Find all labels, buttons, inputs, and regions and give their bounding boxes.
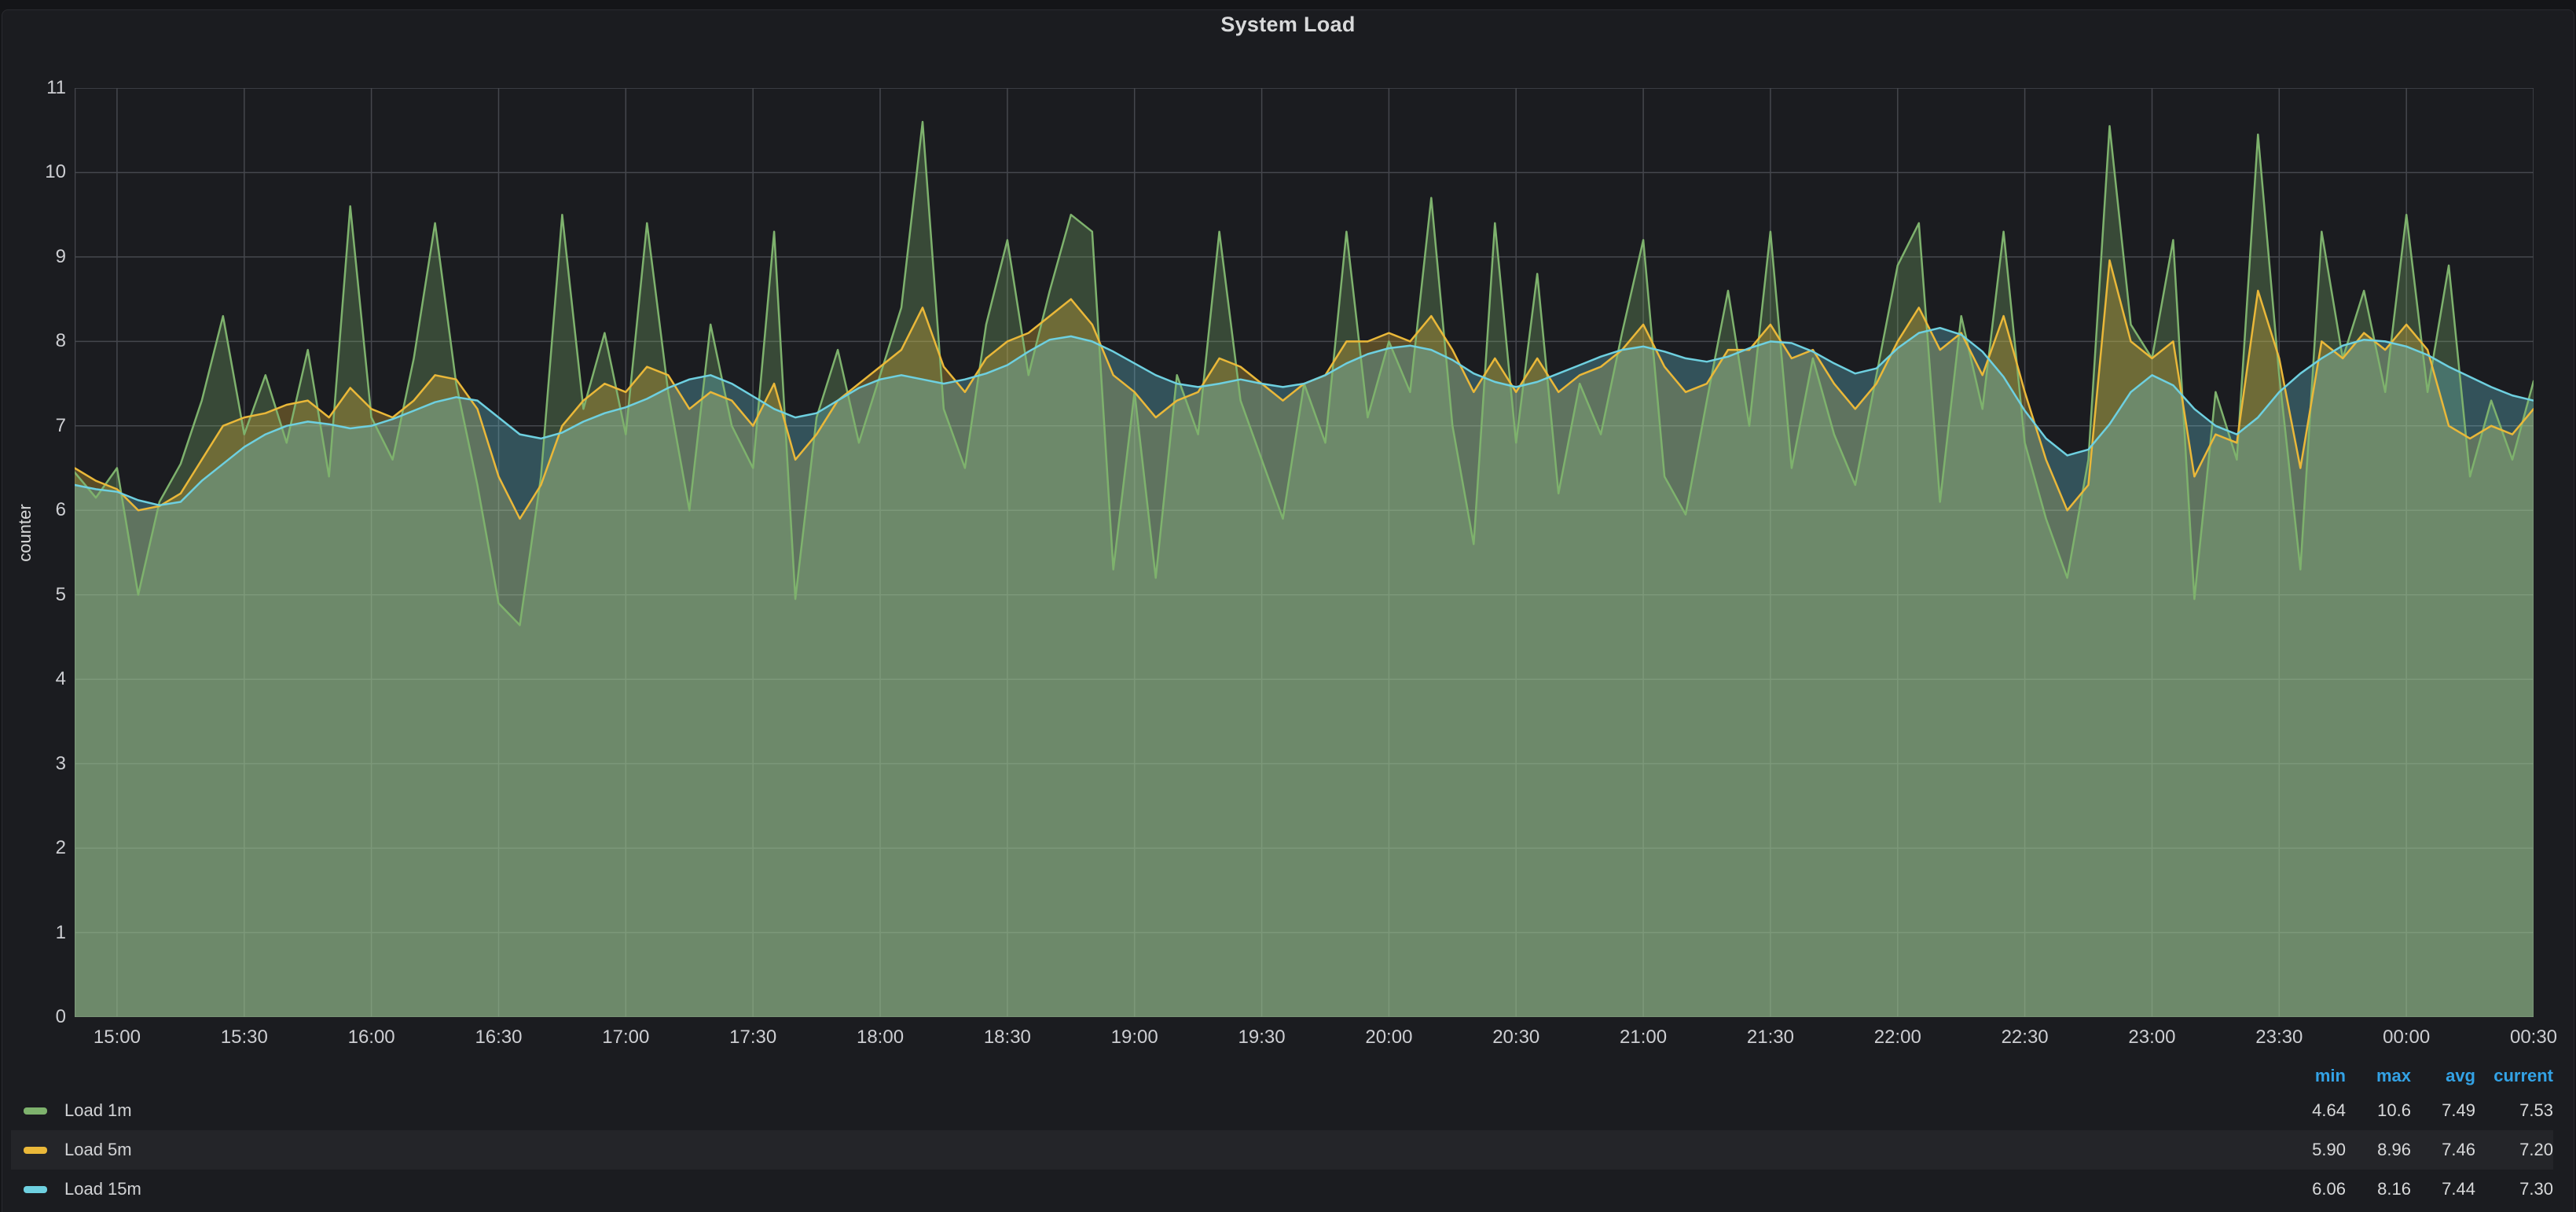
y-tick-label: 9 — [0, 246, 66, 268]
legend-sort-current[interactable]: current — [2475, 1066, 2553, 1086]
stat-avg: 7.46 — [2411, 1140, 2475, 1160]
x-tick-label: 17:30 — [710, 1027, 796, 1049]
legend-row-load-1m[interactable]: Load 1m 4.64 10.6 7.49 7.53 — [11, 1091, 2553, 1130]
y-tick-label: 7 — [0, 415, 66, 437]
y-tick-label: 1 — [0, 922, 66, 944]
x-tick-label: 16:30 — [455, 1027, 541, 1049]
legend-row-load-15m[interactable]: Load 15m 6.06 8.16 7.44 7.30 — [11, 1170, 2553, 1209]
series-color-key-load-5m[interactable] — [24, 1147, 47, 1154]
x-tick-label: 18:30 — [964, 1027, 1051, 1049]
legend-sort-min[interactable]: min — [2270, 1066, 2346, 1086]
legend-sort-max[interactable]: max — [2346, 1066, 2411, 1086]
legend-header-row: min max avg current — [11, 1061, 2553, 1091]
x-tick-label: 00:00 — [2363, 1027, 2449, 1049]
chart-canvas[interactable] — [75, 88, 2534, 1017]
series-name-load-1m[interactable]: Load 1m — [64, 1100, 2270, 1121]
x-tick-label: 20:30 — [1473, 1027, 1559, 1049]
series-color-key-load-15m[interactable] — [24, 1186, 47, 1193]
series-color-key-load-1m[interactable] — [24, 1107, 47, 1115]
x-tick-label: 19:30 — [1219, 1027, 1305, 1049]
stat-current: 7.53 — [2475, 1100, 2553, 1121]
legend-row-load-5m[interactable]: Load 5m 5.90 8.96 7.46 7.20 — [11, 1130, 2553, 1170]
stat-min: 6.06 — [2270, 1179, 2346, 1199]
series-name-load-5m[interactable]: Load 5m — [64, 1140, 2270, 1160]
page-title: System Load — [0, 13, 2576, 37]
y-tick-label: 4 — [0, 668, 66, 690]
x-tick-label: 17:00 — [582, 1027, 669, 1049]
y-tick-label: 11 — [0, 77, 66, 99]
y-tick-label: 3 — [0, 753, 66, 775]
x-tick-label: 00:30 — [2490, 1027, 2576, 1049]
stat-min: 4.64 — [2270, 1100, 2346, 1121]
x-tick-label: 18:00 — [837, 1027, 923, 1049]
y-tick-label: 10 — [0, 161, 66, 183]
stat-avg: 7.49 — [2411, 1100, 2475, 1121]
stat-current: 7.20 — [2475, 1140, 2553, 1160]
stat-max: 8.96 — [2346, 1140, 2411, 1160]
stat-avg: 7.44 — [2411, 1179, 2475, 1199]
legend-sort-avg[interactable]: avg — [2411, 1066, 2475, 1086]
y-tick-label: 5 — [0, 584, 66, 606]
stat-min: 5.90 — [2270, 1140, 2346, 1160]
x-tick-label: 20:00 — [1345, 1027, 1432, 1049]
stat-max: 10.6 — [2346, 1100, 2411, 1121]
y-tick-label: 6 — [0, 499, 66, 521]
x-tick-label: 22:30 — [1982, 1027, 2068, 1049]
y-tick-label: 0 — [0, 1006, 66, 1028]
x-tick-label: 16:00 — [328, 1027, 415, 1049]
x-tick-label: 21:30 — [1727, 1027, 1814, 1049]
x-tick-label: 22:00 — [1855, 1027, 1941, 1049]
chart-plot-area[interactable] — [75, 88, 2534, 1017]
x-tick-label: 15:30 — [201, 1027, 288, 1049]
y-tick-label: 8 — [0, 330, 66, 352]
stat-max: 8.16 — [2346, 1179, 2411, 1199]
x-tick-label: 15:00 — [74, 1027, 160, 1049]
x-tick-label: 23:30 — [2236, 1027, 2322, 1049]
y-tick-label: 2 — [0, 837, 66, 859]
series-name-load-15m[interactable]: Load 15m — [64, 1179, 2270, 1199]
x-tick-label: 21:00 — [1600, 1027, 1686, 1049]
stat-current: 7.30 — [2475, 1179, 2553, 1199]
x-tick-label: 19:00 — [1092, 1027, 1178, 1049]
x-tick-label: 23:00 — [2108, 1027, 2195, 1049]
legend: min max avg current Load 1m 4.64 10.6 7.… — [11, 1061, 2553, 1209]
